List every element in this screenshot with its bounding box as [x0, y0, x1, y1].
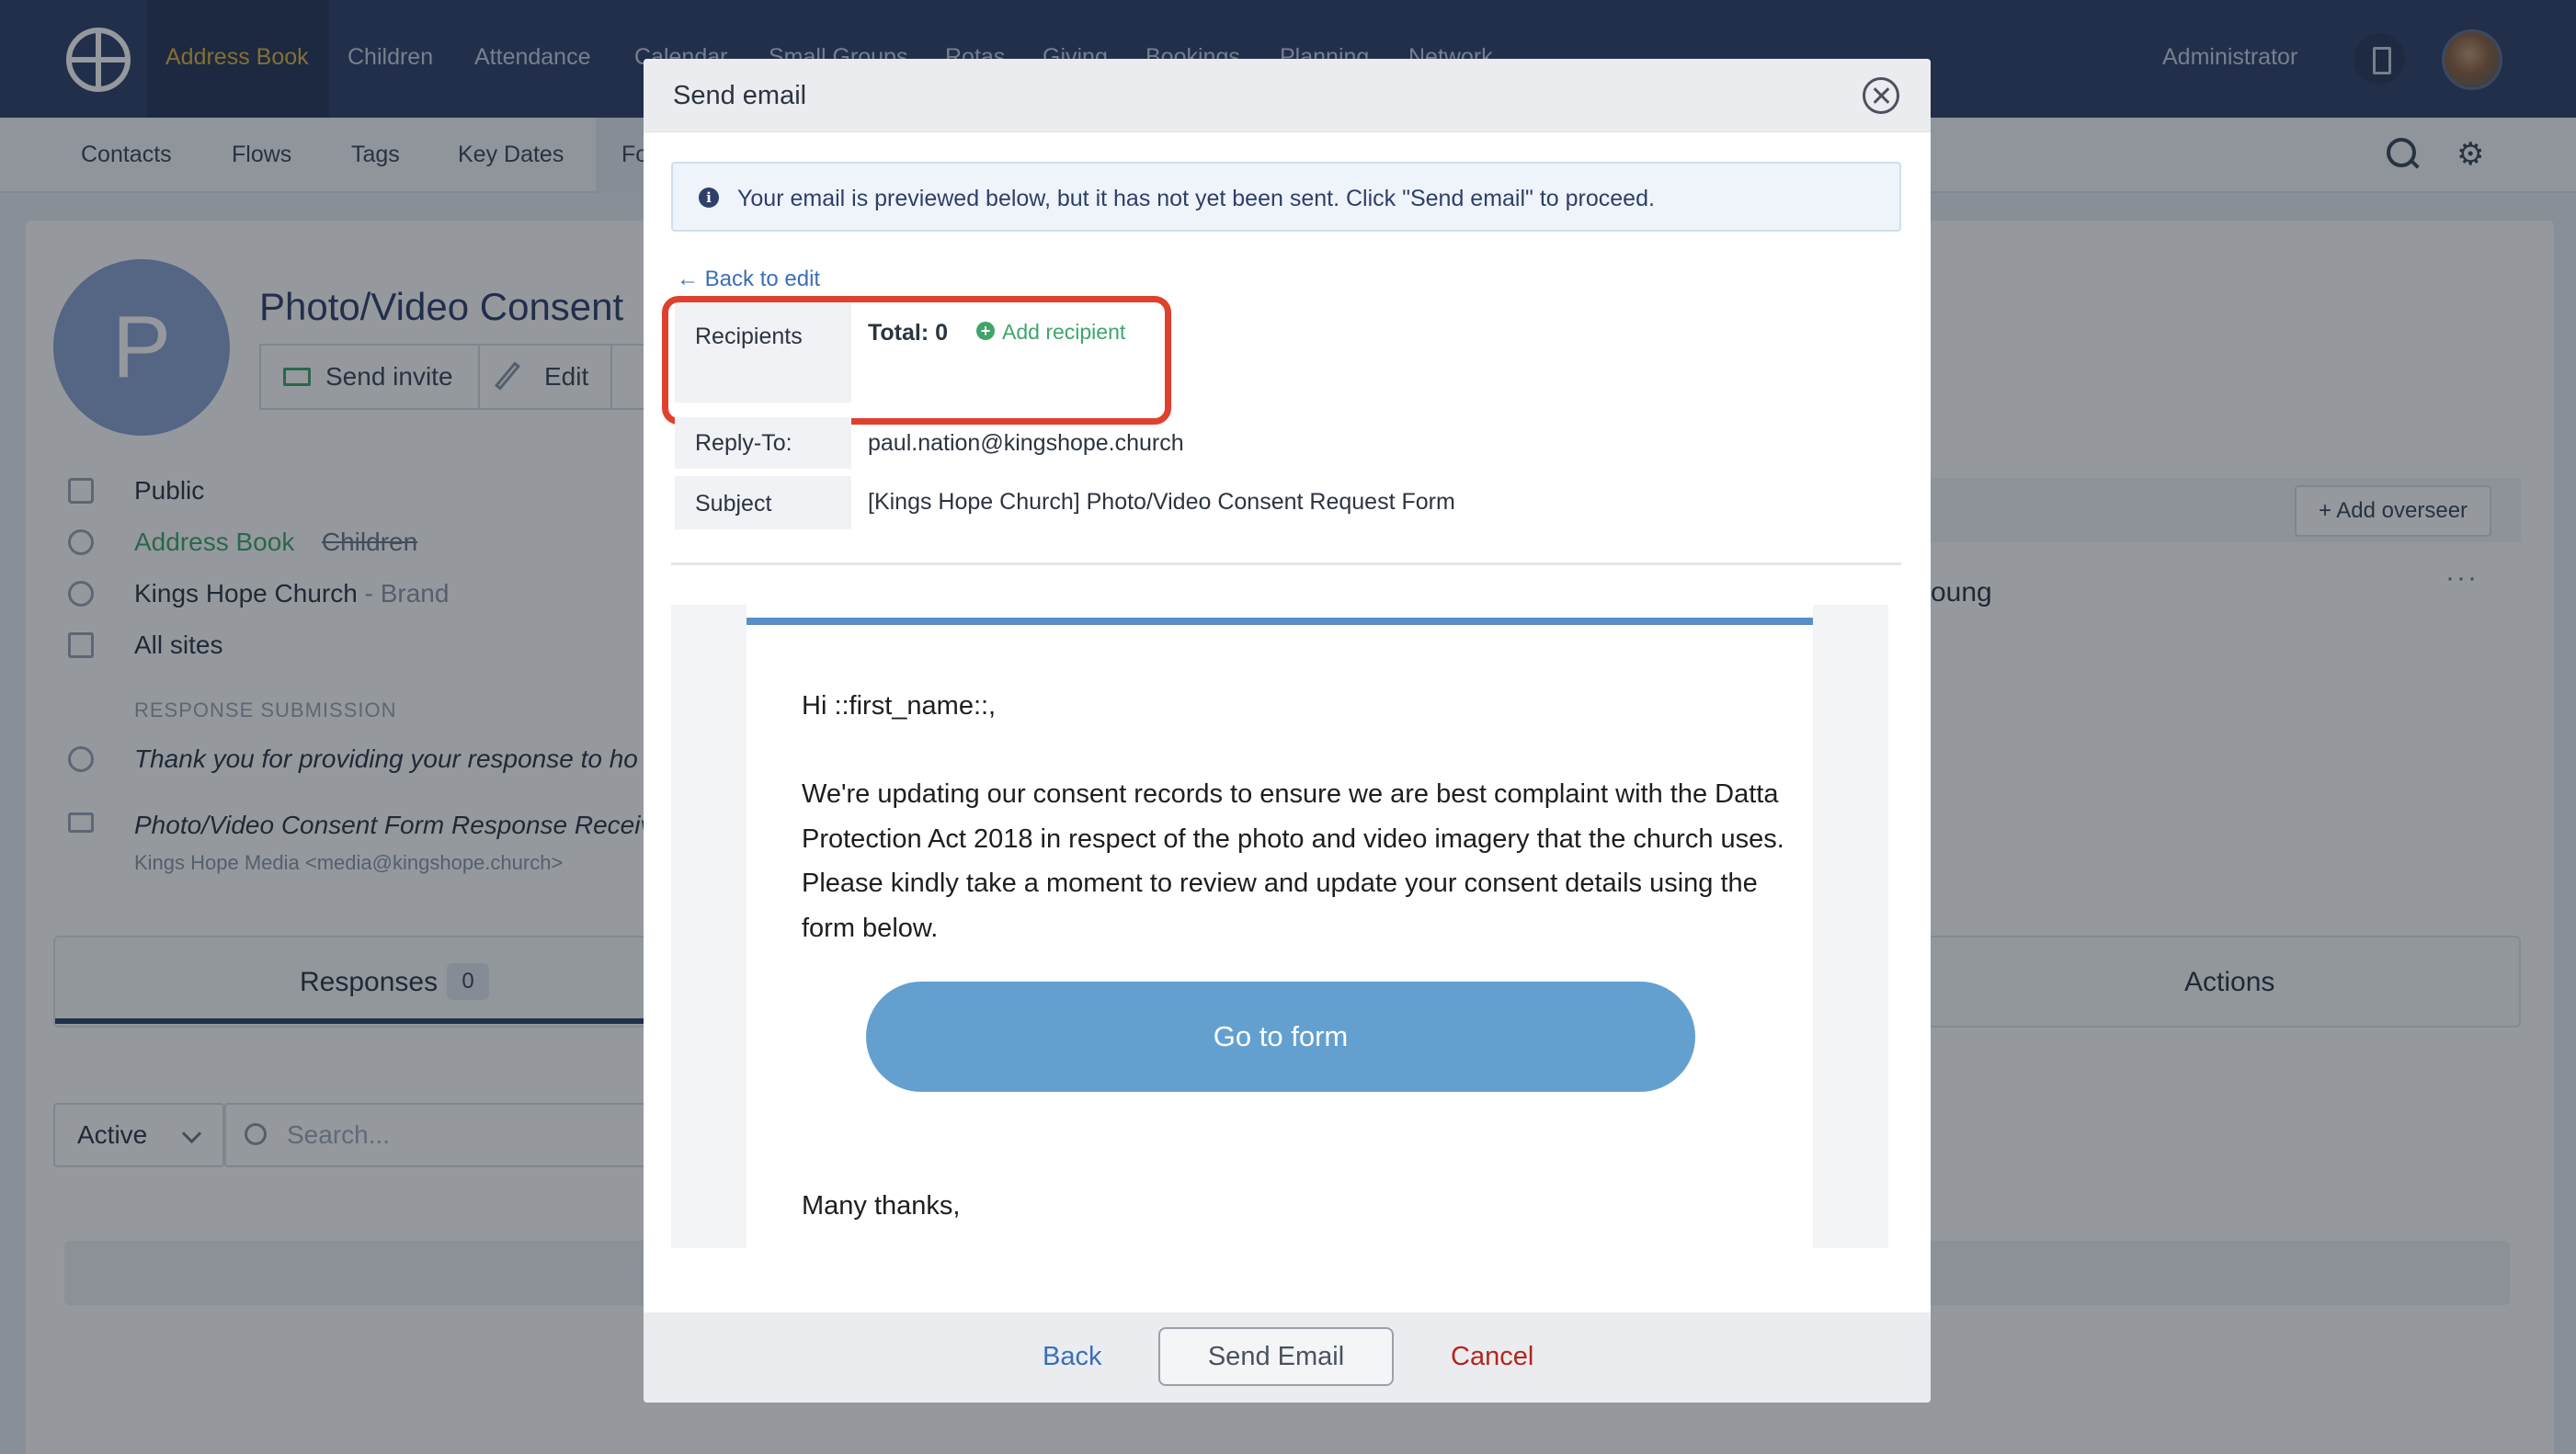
email-accent-bar: [747, 618, 1813, 625]
reply-to-value: paul.nation@kingshope.church: [868, 430, 1184, 456]
modal-header: Send email: [644, 59, 1931, 132]
back-button[interactable]: Back: [1043, 1342, 1101, 1372]
email-body-text: We're updating our consent records to en…: [802, 779, 1784, 943]
email-body-container: Hi ::first_name::, We're updating our co…: [747, 605, 1813, 1248]
subject-value: [Kings Hope Church] Photo/Video Consent …: [868, 489, 1455, 515]
email-greeting: Hi ::first_name::,: [802, 691, 997, 721]
email-preview[interactable]: Hi ::first_name::, We're updating our co…: [671, 605, 1888, 1248]
modal-footer: Back Send Email Cancel: [644, 1312, 1931, 1403]
cancel-button[interactable]: Cancel: [1451, 1342, 1533, 1372]
info-icon: i: [699, 187, 719, 208]
send-email-modal: Send email i Your email is previewed bel…: [644, 59, 1931, 1403]
email-sign-off: Many thanks,: [802, 1191, 961, 1221]
modal-title: Send email: [673, 81, 807, 110]
preview-info-alert: i Your email is previewed below, but it …: [671, 162, 1901, 232]
preview-info-text: Your email is previewed below, but it ha…: [737, 186, 1655, 211]
go-to-form-button[interactable]: Go to form: [866, 982, 1695, 1092]
back-to-edit-link[interactable]: ← Back to edit: [677, 267, 820, 292]
divider: [671, 562, 1901, 565]
reply-to-label: Reply-To:: [675, 417, 851, 469]
recipients-highlight-annotation: [662, 296, 1171, 425]
send-email-button[interactable]: Send Email: [1158, 1327, 1394, 1386]
close-icon[interactable]: [1863, 77, 1899, 114]
subject-label: Subject: [675, 476, 851, 529]
